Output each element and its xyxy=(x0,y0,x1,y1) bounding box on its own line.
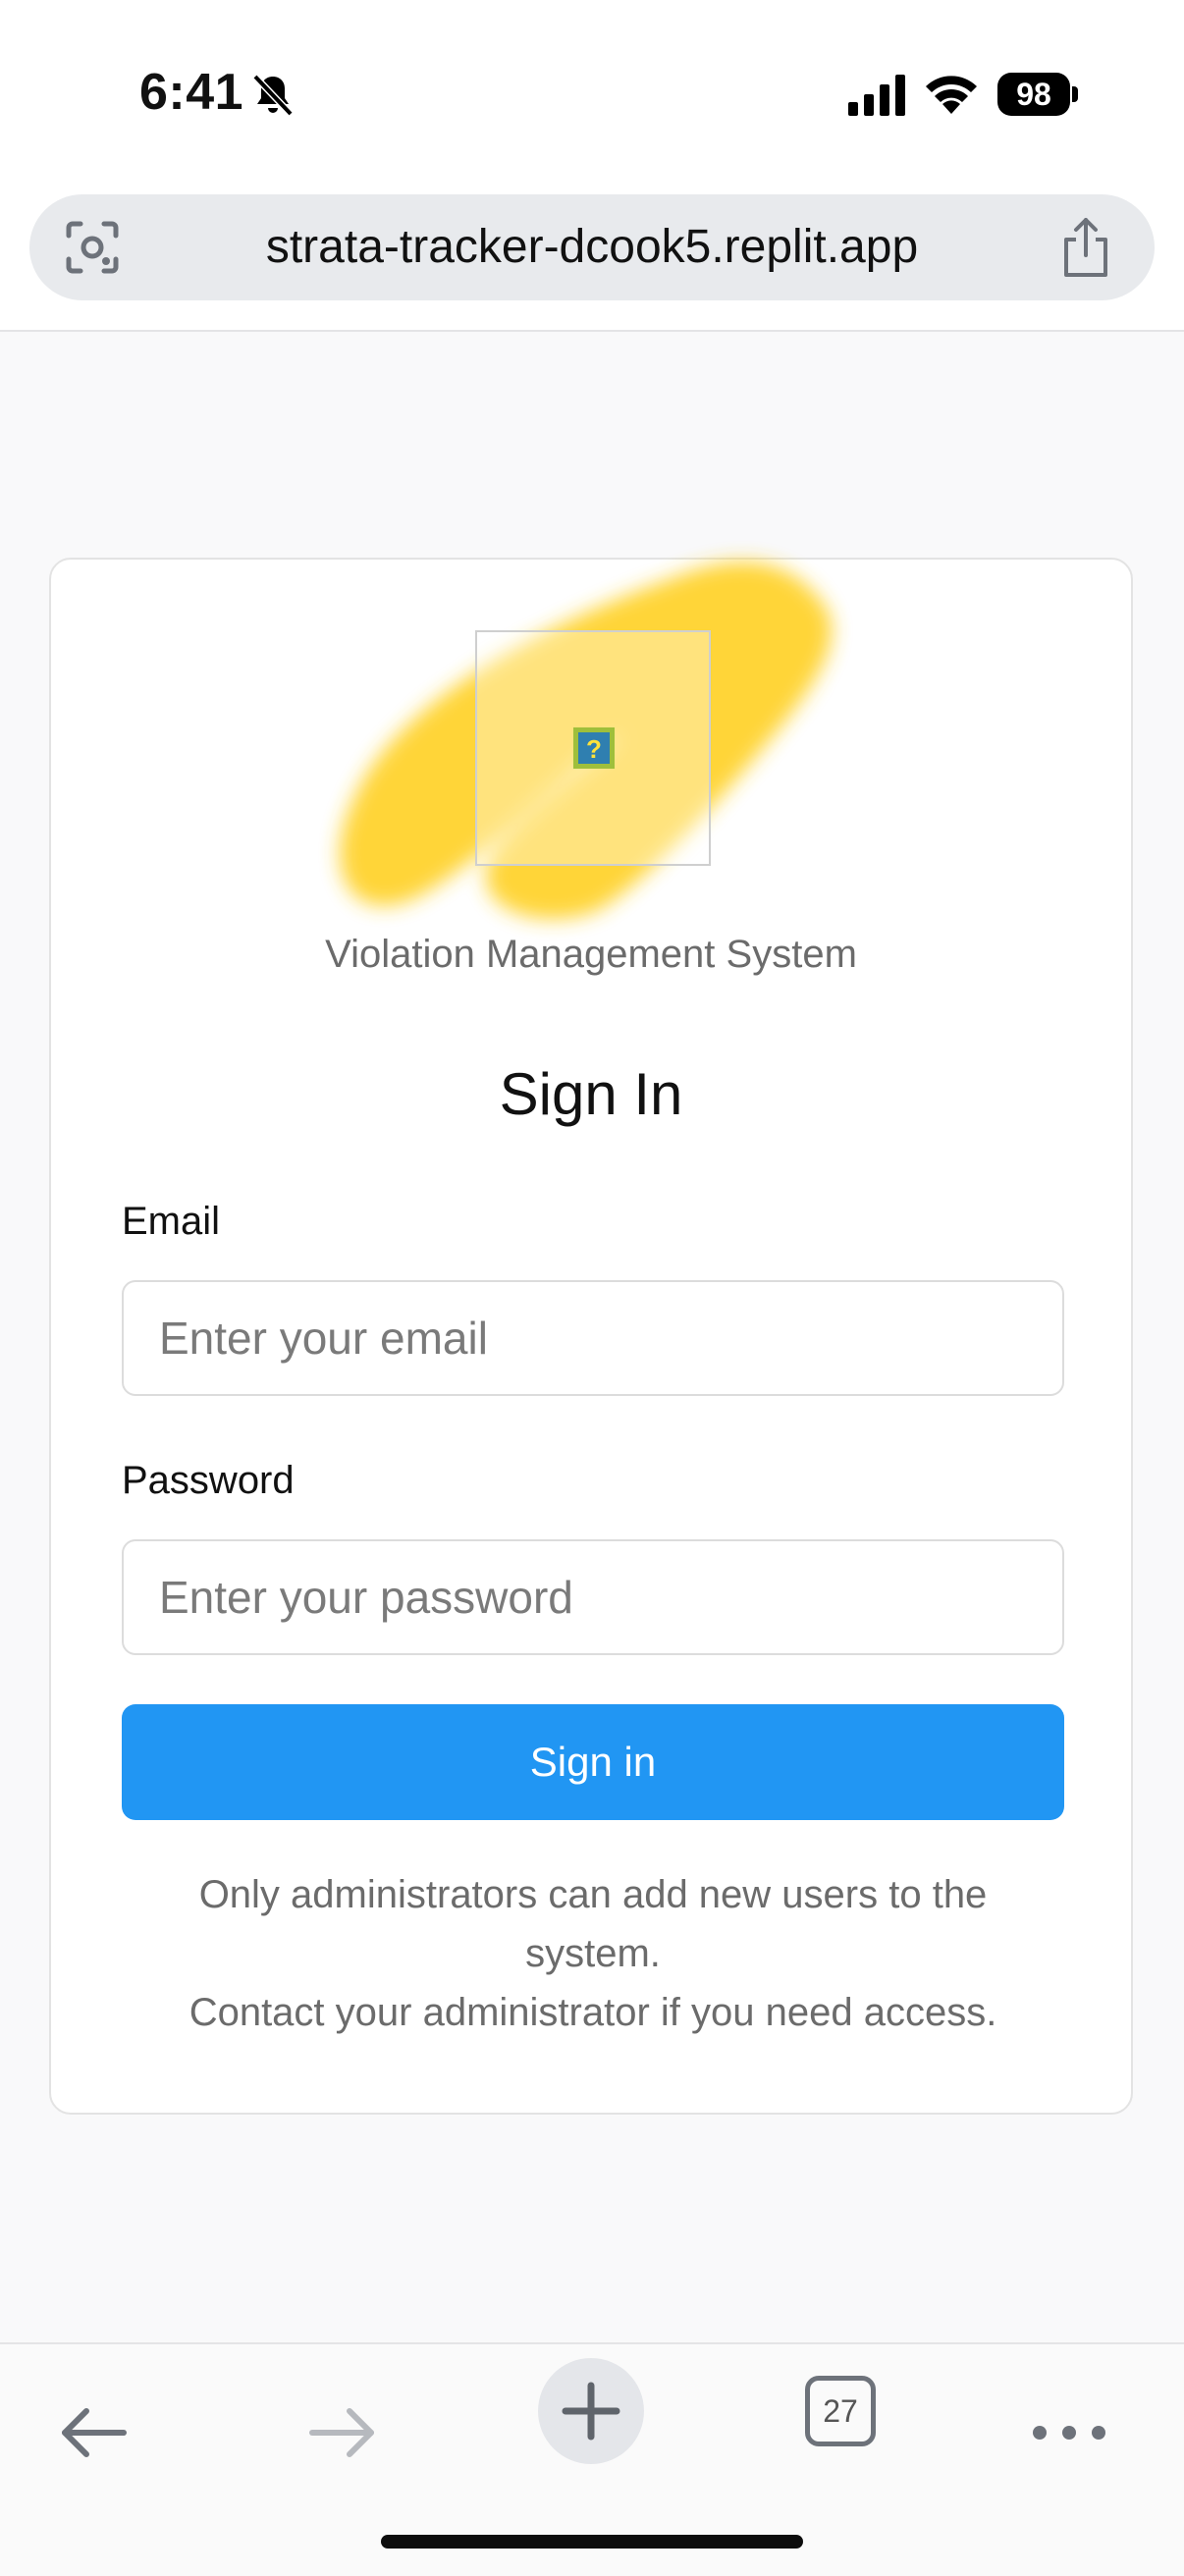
url-text[interactable]: strata-tracker-dcook5.replit.app xyxy=(137,194,1047,300)
broken-image-icon: ? xyxy=(573,727,615,769)
page-title: Sign In xyxy=(499,1061,683,1127)
password-label: Password xyxy=(122,1459,295,1502)
status-bar: 6:41 98 xyxy=(0,0,1184,187)
email-field[interactable] xyxy=(122,1280,1064,1396)
address-bar[interactable]: strata-tracker-dcook5.replit.app xyxy=(29,194,1155,300)
share-icon[interactable] xyxy=(1056,216,1115,279)
email-label: Email xyxy=(122,1200,221,1243)
sign-in-button[interactable]: Sign in xyxy=(122,1704,1064,1820)
help-line-3: Contact your administrator if you need a… xyxy=(188,1991,997,2034)
mute-icon xyxy=(252,74,294,117)
wifi-icon xyxy=(926,76,977,114)
tabs-icon[interactable]: 27 xyxy=(805,2376,876,2446)
lens-icon[interactable] xyxy=(63,218,122,277)
plus-icon xyxy=(562,2382,620,2441)
svg-text:?: ? xyxy=(586,734,602,764)
help-line-1: Only administrators can add new users to… xyxy=(198,1873,988,1916)
forward-button[interactable] xyxy=(289,2366,397,2474)
more-button[interactable] xyxy=(1015,2366,1123,2474)
help-line-2: system. xyxy=(525,1932,661,1975)
help-text: Only administrators can add new users to… xyxy=(110,1865,1076,2042)
browser-top-chrome: 6:41 98 strata-tracker-dcook5.replit.app xyxy=(0,0,1184,332)
forward-arrow-icon xyxy=(309,2408,374,2457)
system-title: Violation Management System xyxy=(325,933,857,976)
home-indicator[interactable] xyxy=(381,2535,803,2549)
back-button[interactable] xyxy=(39,2366,147,2474)
login-card: ? Violation Management System Sign In Em… xyxy=(49,558,1133,2115)
signal-icon xyxy=(848,75,905,116)
password-field[interactable] xyxy=(122,1539,1064,1655)
back-arrow-icon xyxy=(62,2408,127,2457)
battery-icon: 98 xyxy=(997,73,1078,116)
status-time: 6:41 xyxy=(139,64,244,121)
new-tab-button[interactable] xyxy=(538,2358,644,2464)
more-icon xyxy=(1033,2426,1105,2440)
battery-level: 98 xyxy=(997,73,1070,116)
